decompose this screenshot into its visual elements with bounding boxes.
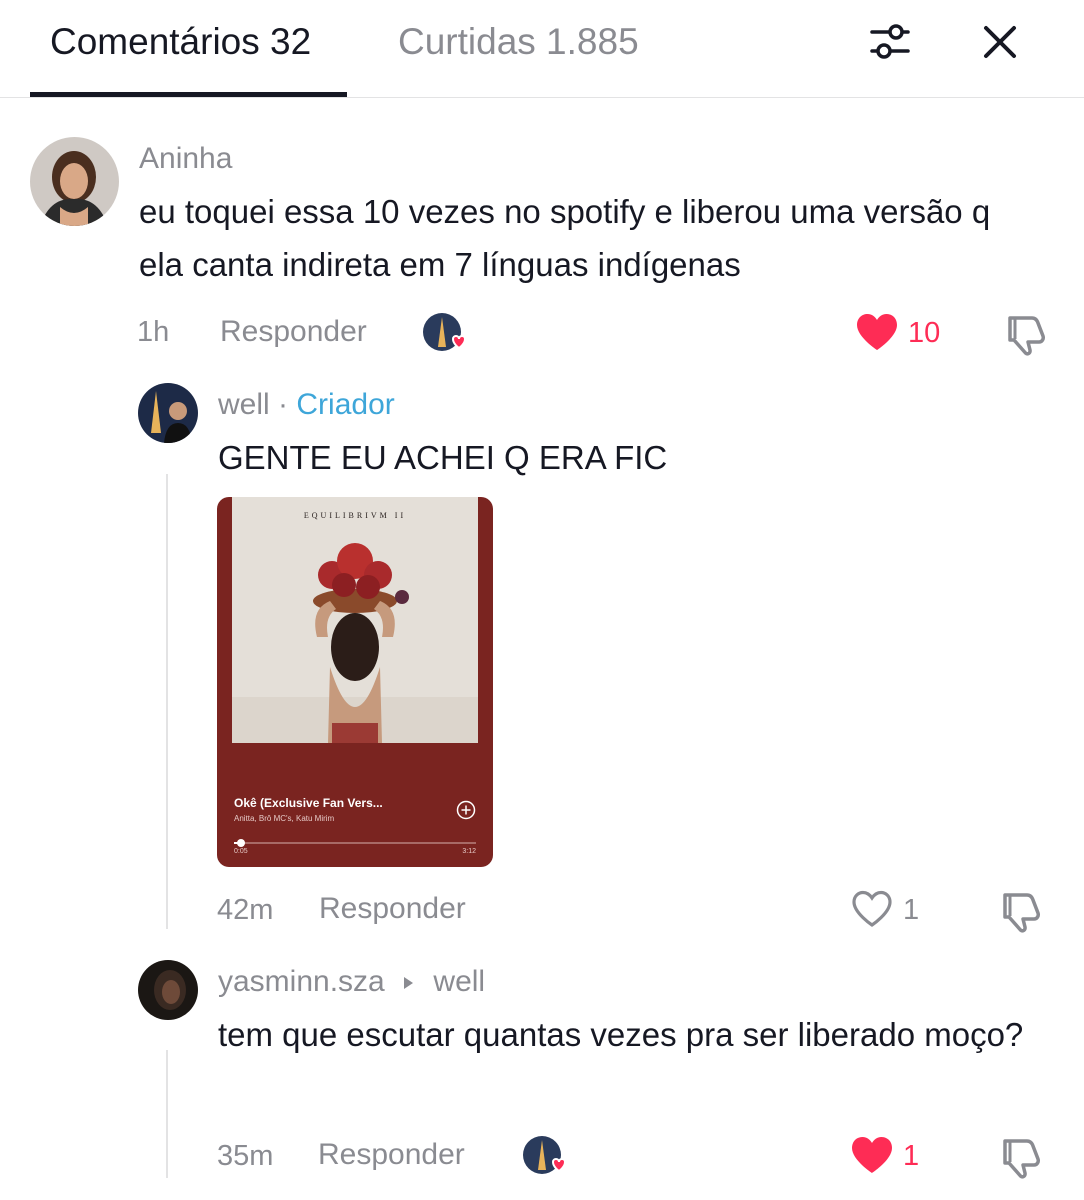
thread-line [166, 474, 168, 929]
avatar[interactable] [138, 960, 198, 1020]
like-count: 1 [903, 894, 920, 926]
progress-knob[interactable] [237, 839, 246, 847]
tab-likes[interactable]: Curtidas 1.885 [398, 20, 639, 64]
add-circle-icon[interactable] [456, 800, 476, 820]
comment-time: 42m [217, 894, 274, 926]
avatar[interactable] [30, 137, 119, 226]
comment-time: 35m [217, 1140, 274, 1172]
reply-button[interactable]: Responder [319, 891, 466, 927]
reply-to-username[interactable]: well [433, 965, 485, 998]
close-icon[interactable] [976, 18, 1024, 66]
thread-line [166, 1050, 168, 1178]
like-count: 1 [903, 1140, 920, 1172]
time-total: 3:12 [462, 848, 476, 855]
creator-badge: Criador [296, 388, 395, 421]
comment-username-row: well · Criador [218, 387, 395, 423]
song-title: Okê (Exclusive Fan Vers... [234, 796, 383, 810]
dislike-icon[interactable] [1002, 312, 1048, 356]
comments-header: Comentários 32 Curtidas 1.885 [0, 0, 1084, 98]
reply-arrow-icon [404, 977, 414, 990]
heart-outline-icon[interactable] [850, 889, 894, 929]
comment-text: GENTE EU ACHEI Q ERA FIC [218, 439, 668, 476]
active-tab-indicator [30, 92, 347, 97]
avatar[interactable] [138, 383, 198, 443]
comment-username[interactable]: yasminn.sza [218, 965, 385, 998]
comment-username[interactable]: Aninha [139, 141, 232, 177]
sliders-icon[interactable] [866, 18, 914, 66]
dislike-icon[interactable] [997, 1135, 1043, 1179]
creator-liked-icon [523, 1136, 567, 1174]
reply-button[interactable]: Responder [220, 314, 367, 350]
tab-comments[interactable]: Comentários 32 [50, 20, 311, 64]
reply-button[interactable]: Responder [318, 1137, 465, 1173]
separator-dot: · [278, 388, 289, 421]
comment-username[interactable]: well [218, 388, 270, 421]
time-elapsed: 0:05 [234, 848, 248, 855]
comment-username-row: yasminn.sza well [218, 964, 485, 1000]
heart-filled-icon[interactable] [850, 1135, 894, 1175]
dislike-icon[interactable] [997, 889, 1043, 933]
song-artists: Anitta, Brô MC's, Katu Mirim [234, 814, 335, 823]
comment-time: 1h [137, 316, 170, 348]
progress-bar[interactable] [234, 839, 476, 847]
comment-text: eu toquei essa 10 vezes no spotify e lib… [139, 193, 991, 283]
comment-text: tem que escutar quantas vezes pra ser li… [218, 1016, 1024, 1053]
album-cover [232, 497, 478, 743]
heart-filled-icon[interactable] [855, 312, 899, 352]
spotify-card[interactable]: EQUILIBRIVM II Okê (Exclusive Fan Vers..… [217, 497, 493, 867]
creator-liked-icon [423, 313, 467, 351]
like-count: 10 [908, 317, 941, 349]
album-title: EQUILIBRIVM II [303, 511, 407, 520]
